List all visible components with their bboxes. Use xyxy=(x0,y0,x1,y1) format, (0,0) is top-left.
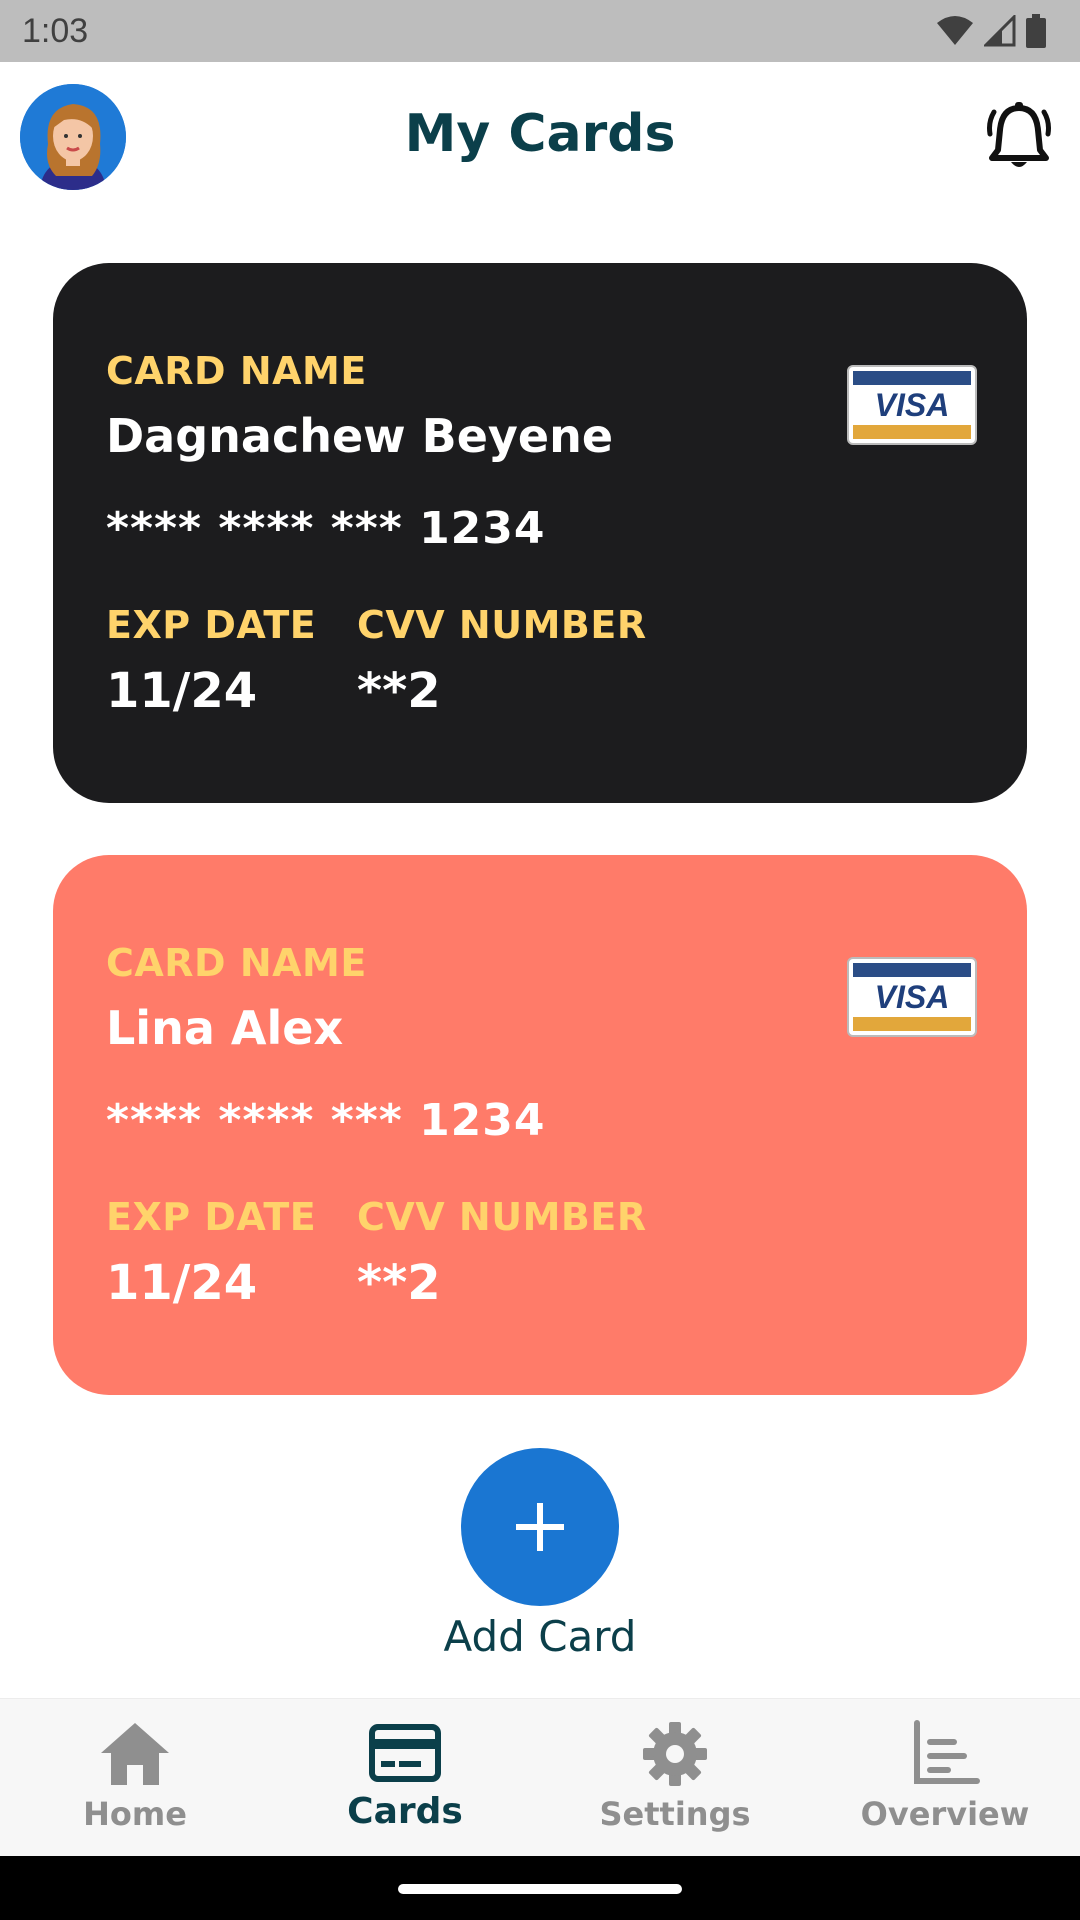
cvv-value: **2 xyxy=(357,1255,441,1311)
notification-button[interactable] xyxy=(986,100,1052,172)
exp-date-value: 11/24 xyxy=(106,663,258,719)
signal-icon xyxy=(984,15,1016,47)
card-item[interactable]: CARD NAME Dagnachew Beyene **** **** ***… xyxy=(53,263,1027,803)
nav-label-settings: Settings xyxy=(599,1795,751,1833)
nav-item-settings[interactable]: Settings xyxy=(540,1699,810,1857)
status-time: 1:03 xyxy=(22,12,89,50)
nav-item-overview[interactable]: Overview xyxy=(810,1699,1080,1857)
exp-date-label: EXP DATE xyxy=(106,1195,317,1239)
home-gesture-bar[interactable] xyxy=(398,1884,682,1894)
system-nav-bar xyxy=(0,1856,1080,1920)
status-bar: 1:03 xyxy=(0,0,1080,62)
visa-logo: VISA xyxy=(847,957,977,1037)
card-holder-name: Lina Alex xyxy=(106,1001,344,1055)
bottom-nav: Home Cards Settings Overview xyxy=(0,1698,1080,1857)
exp-date-label: EXP DATE xyxy=(106,603,317,647)
nav-item-cards[interactable]: Cards xyxy=(270,1699,540,1857)
card-icon xyxy=(369,1724,441,1782)
card-name-label: CARD NAME xyxy=(106,349,367,393)
nav-label-home: Home xyxy=(83,1795,187,1833)
add-card-button[interactable] xyxy=(461,1448,619,1606)
plus-icon xyxy=(516,1503,564,1551)
nav-label-overview: Overview xyxy=(860,1795,1030,1833)
exp-date-value: 11/24 xyxy=(106,1255,258,1311)
status-icons xyxy=(936,14,1046,48)
gear-icon xyxy=(643,1722,707,1786)
cvv-label: CVV NUMBER xyxy=(357,1195,647,1239)
nav-label-cards: Cards xyxy=(347,1791,463,1832)
cvv-label: CVV NUMBER xyxy=(357,603,647,647)
nav-item-home[interactable]: Home xyxy=(0,1699,270,1857)
card-number: **** **** *** 1234 xyxy=(106,503,546,554)
wifi-icon xyxy=(937,16,973,45)
card-holder-name: Dagnachew Beyene xyxy=(106,409,614,463)
battery-icon xyxy=(1026,14,1046,48)
page-title: My Cards xyxy=(404,104,676,164)
cvv-value: **2 xyxy=(357,663,441,719)
card-item[interactable]: CARD NAME Lina Alex **** **** *** 1234 E… xyxy=(53,855,1027,1395)
home-icon xyxy=(101,1723,169,1785)
bell-icon xyxy=(987,102,1051,167)
app-bar: My Cards xyxy=(0,62,1080,212)
add-card-label[interactable]: Add Card xyxy=(0,1612,1080,1661)
card-name-label: CARD NAME xyxy=(106,941,367,985)
card-number: **** **** *** 1234 xyxy=(106,1095,546,1146)
chart-icon xyxy=(914,1720,980,1784)
visa-logo: VISA xyxy=(847,365,977,445)
